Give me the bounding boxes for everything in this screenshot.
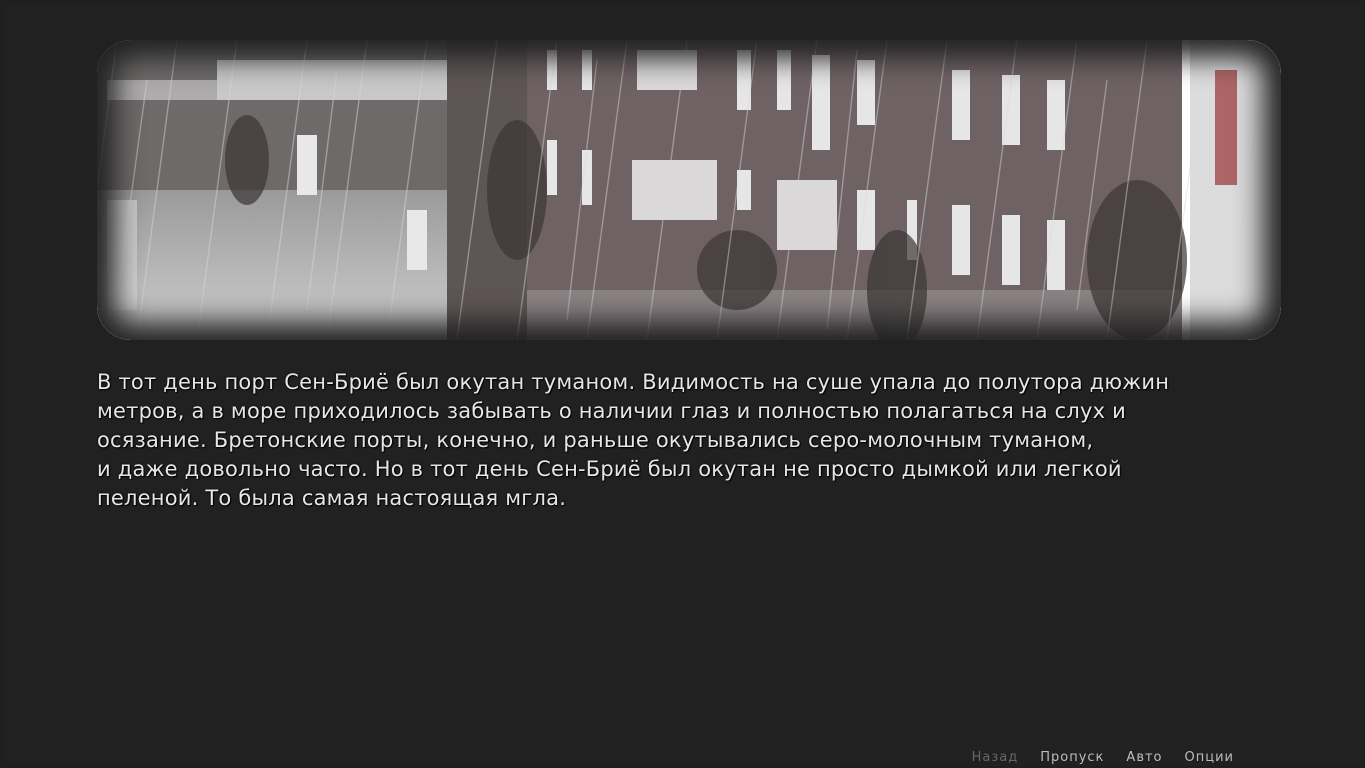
dialogue-line: метров, а в море приходилось забывать о … xyxy=(97,399,1127,423)
options-button[interactable]: Опции xyxy=(1174,750,1245,766)
dialogue-text: В тот день порт Сен-Бриё был окутан тума… xyxy=(97,368,1247,513)
back-button[interactable]: Назад xyxy=(961,750,1030,766)
game-window: В тот день порт Сен-Бриё был окутан тума… xyxy=(2,2,1363,766)
dialogue-line: и даже довольно часто. Но в тот день Сен… xyxy=(97,457,1122,481)
scene-illustration xyxy=(97,40,1281,340)
dialogue-line: осязание. Бретонские порты, конечно, и р… xyxy=(97,428,1094,452)
rainy-street-image xyxy=(97,40,1281,340)
auto-button[interactable]: Авто xyxy=(1115,750,1173,766)
quick-menu: Назад Пропуск Авто Опции xyxy=(961,750,1245,766)
skip-button[interactable]: Пропуск xyxy=(1029,750,1115,766)
dialogue-line: В тот день порт Сен-Бриё был окутан тума… xyxy=(97,370,1170,394)
dialogue-line: пеленой. То была самая настоящая мгла. xyxy=(97,486,567,510)
